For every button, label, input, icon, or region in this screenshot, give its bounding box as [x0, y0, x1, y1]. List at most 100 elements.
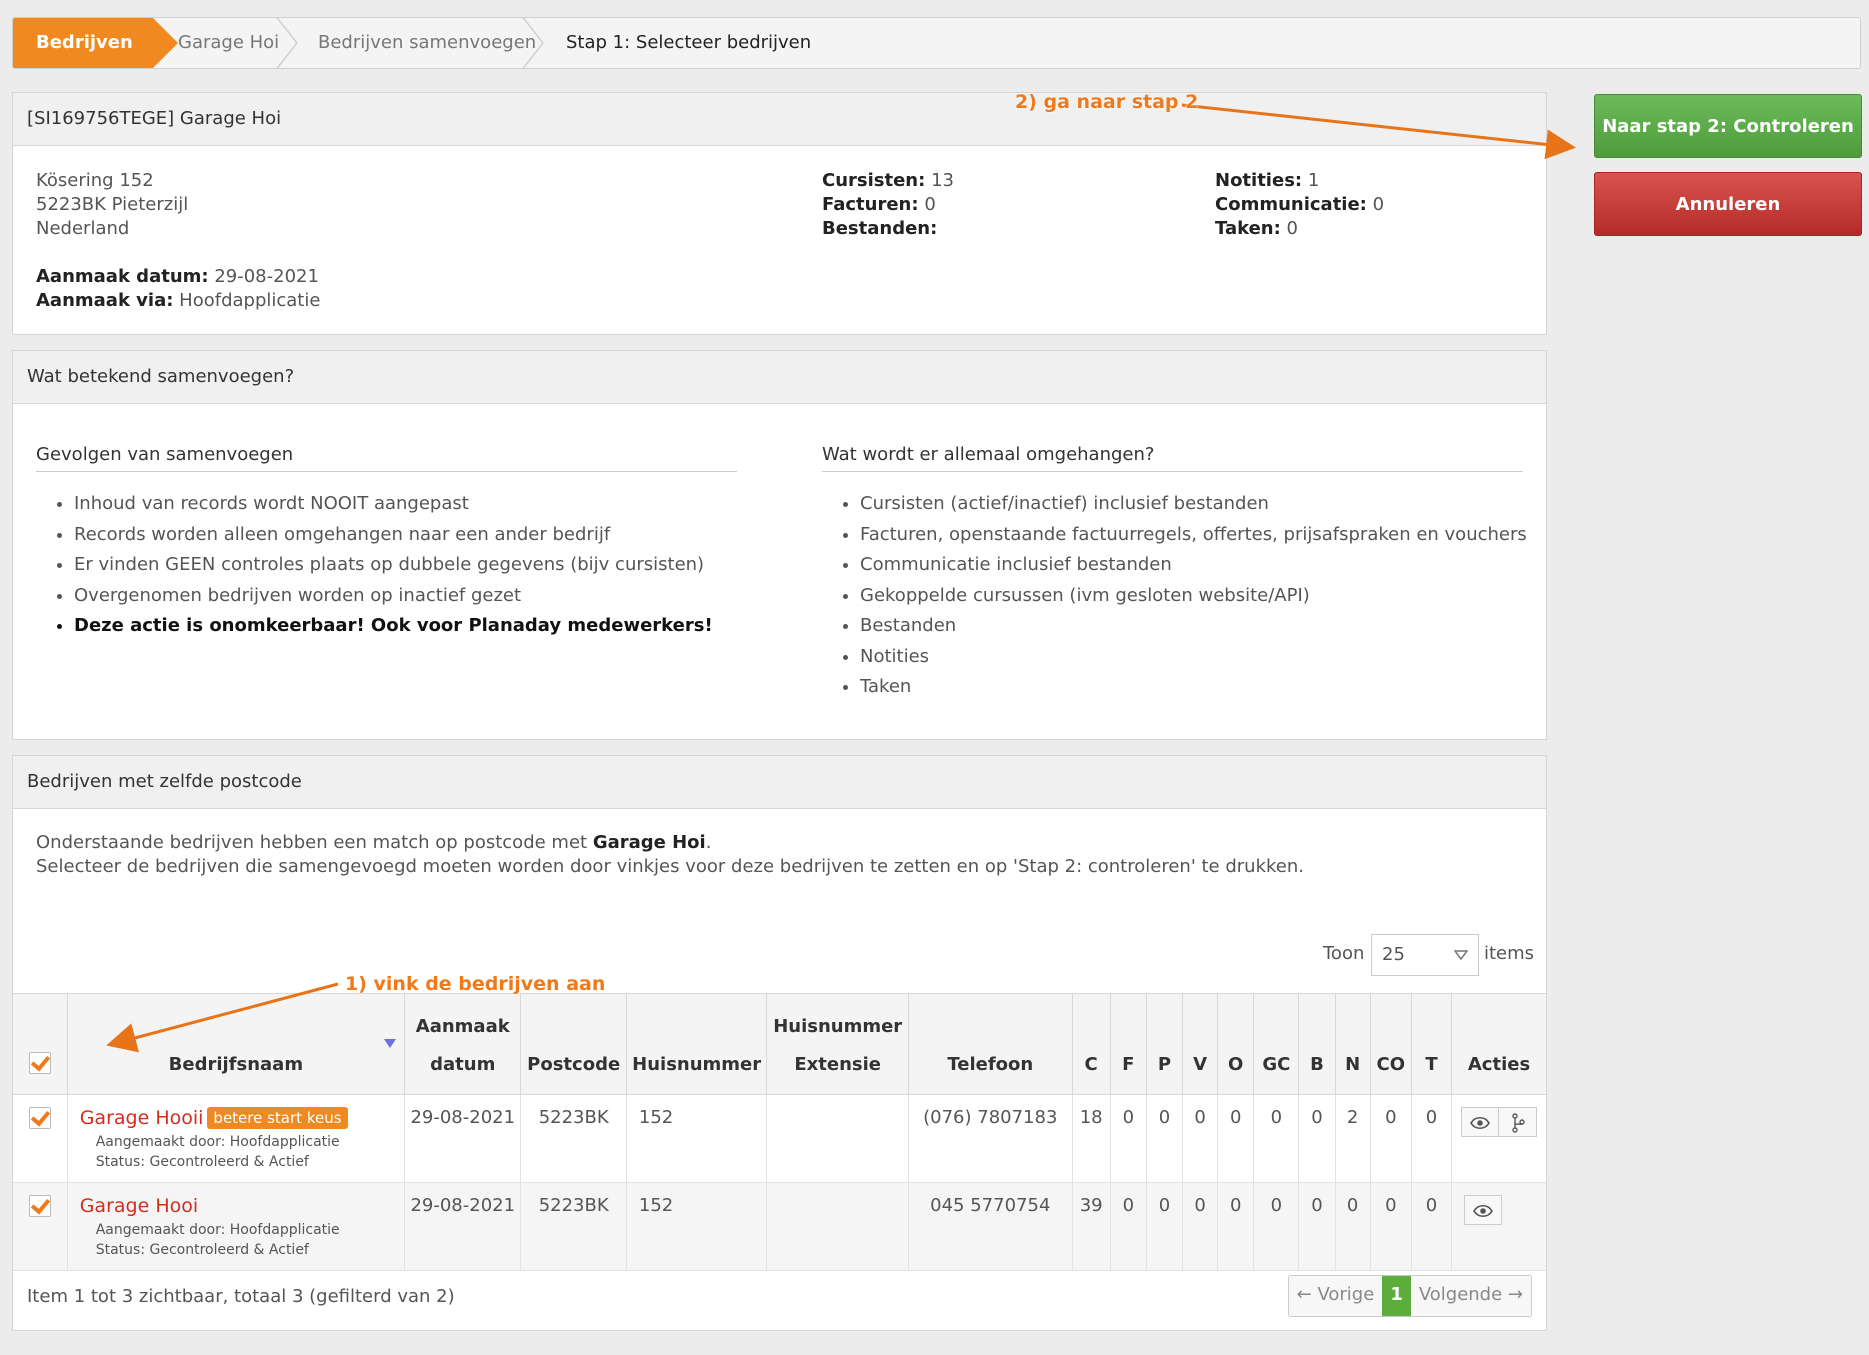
count-f-cell: 0: [1109, 1182, 1147, 1271]
branch-icon: [1511, 1113, 1525, 1133]
best-choice-badge: betere start keus: [207, 1107, 348, 1129]
extensie-cell: [766, 1094, 909, 1183]
table-footer-info: Item 1 tot 3 zichtbaar, totaal 3 (gefilt…: [27, 1286, 455, 1307]
matches-intro-text: Onderstaande bedrijven hebben een match …: [36, 832, 593, 853]
select-all-header: [13, 993, 68, 1095]
postcode-cell: 5223BK: [520, 1094, 627, 1183]
select-all-checkbox[interactable]: [28, 1052, 51, 1074]
count-t-cell: 0: [1410, 1094, 1452, 1183]
stat-notities-label: Notities:: [1215, 170, 1303, 191]
column-telefoon[interactable]: Telefoon: [907, 993, 1073, 1095]
info-panel-title: Wat betekend samenvoegen?: [13, 351, 1546, 404]
column-p[interactable]: P: [1145, 993, 1183, 1095]
status-text: Status: Gecontroleerd & Actief: [95, 1154, 309, 1170]
count-b-cell: 0: [1298, 1094, 1336, 1183]
page-size-value: 25: [1382, 944, 1405, 965]
column-huisnummer-extensie[interactable]: Huisnummer Extensie: [766, 993, 909, 1095]
table-header-row: Bedrijfsnaam Aanmaak datum Postcode Huis…: [13, 993, 1546, 1095]
column-aanmaak-datum[interactable]: Aanmaak datum: [404, 993, 521, 1095]
huisnummer-cell: 152: [625, 1182, 767, 1271]
column-n[interactable]: N: [1334, 993, 1371, 1095]
created-via-value: Hoofdapplicatie: [179, 290, 321, 311]
count-v-cell: 0: [1182, 1094, 1218, 1183]
count-b-cell: 0: [1298, 1182, 1336, 1271]
created-date-label: Aanmaak datum:: [36, 266, 209, 287]
stat-bestanden: Bestanden:: [822, 218, 937, 239]
breadcrumb-item-bedrijven-samenvoegen[interactable]: Bedrijven samenvoegen: [318, 18, 536, 68]
date-cell: 29-08-2021: [404, 1094, 521, 1183]
column-o[interactable]: O: [1217, 993, 1254, 1095]
view-button[interactable]: [1461, 1107, 1500, 1137]
pagination-prev[interactable]: ← Vorige: [1288, 1276, 1383, 1316]
actions-cell: [1451, 1094, 1546, 1183]
sort-desc-icon: [384, 1039, 397, 1048]
column-co[interactable]: CO: [1369, 993, 1412, 1095]
pagination-current[interactable]: 1: [1382, 1276, 1411, 1316]
moved-items-title: Wat wordt er allemaal omgehangen?: [822, 444, 1523, 472]
row-select-cell: [13, 1094, 68, 1183]
column-postcode[interactable]: Postcode: [520, 993, 627, 1095]
row-checkbox[interactable]: [28, 1195, 51, 1217]
matches-intro-end: .: [705, 832, 712, 853]
column-v[interactable]: V: [1182, 993, 1218, 1095]
column-huisnummer[interactable]: Huisnummer: [625, 993, 767, 1095]
count-p-cell: 0: [1145, 1182, 1183, 1271]
table-row: Garage Hooii betere start keus Aangemaakt…: [13, 1094, 1546, 1183]
list-item: Facturen, openstaande factuurregels, off…: [860, 520, 1527, 551]
eye-icon: [1473, 1204, 1493, 1218]
huisnummer-cell: 152: [625, 1094, 767, 1183]
column-acties: Acties: [1451, 993, 1546, 1095]
eye-icon: [1470, 1116, 1490, 1130]
view-button[interactable]: [1464, 1195, 1503, 1225]
page-size-select[interactable]: 25: [1371, 934, 1479, 976]
list-item: Overgenomen bedrijven worden op inactief…: [74, 581, 713, 612]
next-step-button[interactable]: Naar stap 2: Controleren: [1594, 94, 1862, 158]
column-f[interactable]: F: [1109, 993, 1147, 1095]
matches-instructions: Selecteer de bedrijven die samengevoegd …: [36, 856, 1304, 877]
address-city: 5223BK Pieterzijl: [36, 194, 189, 215]
stat-facturen-value: 0: [924, 194, 936, 215]
pagination-next[interactable]: Volgende →: [1410, 1276, 1531, 1316]
merge-button[interactable]: [1499, 1107, 1538, 1137]
column-c[interactable]: C: [1071, 993, 1111, 1095]
count-n-cell: 2: [1334, 1094, 1371, 1183]
count-o-cell: 0: [1217, 1094, 1254, 1183]
count-t-cell: 0: [1410, 1182, 1452, 1271]
list-item: Taken: [860, 672, 1527, 703]
created-via: Aanmaak via: Hoofdapplicatie: [36, 290, 320, 311]
chevron-right-icon: [522, 18, 544, 68]
address-country: Nederland: [36, 218, 130, 239]
count-o-cell: 0: [1217, 1182, 1254, 1271]
stat-taken-label: Taken:: [1215, 218, 1281, 239]
row-checkbox[interactable]: [28, 1107, 51, 1129]
stat-communicatie-label: Communicatie:: [1215, 194, 1367, 215]
company-link[interactable]: Garage Hooi: [80, 1195, 198, 1217]
created-date-value: 29-08-2021: [214, 266, 319, 287]
count-c-cell: 18: [1071, 1094, 1111, 1183]
column-bedrijfsnaam[interactable]: Bedrijfsnaam: [66, 993, 405, 1095]
column-t[interactable]: T: [1410, 993, 1452, 1095]
consequences-title: Gevolgen van samenvoegen: [36, 444, 737, 472]
created-by-text: Aangemaakt door: Hoofdapplicatie: [95, 1134, 340, 1150]
breadcrumb-item-bedrijven[interactable]: Bedrijven: [13, 18, 178, 68]
created-by-text: Aangemaakt door: Hoofdapplicatie: [95, 1222, 340, 1238]
breadcrumb-item-garage-hoi[interactable]: Garage Hoi: [178, 18, 279, 68]
date-cell: 29-08-2021: [404, 1182, 521, 1271]
column-gc[interactable]: GC: [1253, 993, 1299, 1095]
company-link[interactable]: Garage Hooii: [80, 1107, 204, 1129]
list-item: Communicatie inclusief bestanden: [860, 550, 1527, 581]
company-panel: [SI169756TEGE] Garage Hoi Kösering 152 5…: [12, 92, 1547, 335]
list-item: Gekoppelde cursussen (ivm gesloten websi…: [860, 581, 1527, 612]
count-v-cell: 0: [1182, 1182, 1218, 1271]
stat-cursisten-value: 13: [931, 170, 954, 191]
row-select-cell: [13, 1182, 68, 1271]
list-item: Inhoud van records wordt NOOIT aangepast: [74, 489, 713, 520]
cancel-button[interactable]: Annuleren: [1594, 172, 1862, 236]
count-gc-cell: 0: [1253, 1182, 1299, 1271]
column-b[interactable]: B: [1298, 993, 1336, 1095]
chevron-down-icon: [1454, 950, 1468, 960]
stat-cursisten-label: Cursisten:: [822, 170, 926, 191]
list-item-warning: Deze actie is onomkeerbaar! Ook voor Pla…: [74, 611, 713, 642]
matches-panel-title: Bedrijven met zelfde postcode: [13, 756, 1546, 809]
count-f-cell: 0: [1109, 1094, 1147, 1183]
